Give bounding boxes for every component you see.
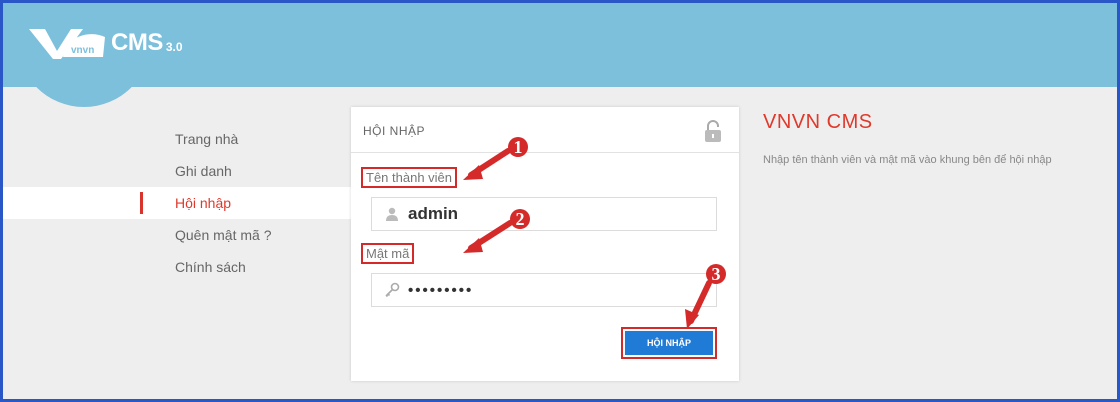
login-panel-header: HỘI NHẬP: [351, 107, 739, 153]
sidebar-item-label: Trang nhà: [175, 131, 239, 147]
app-logo[interactable]: vnvn CMS 3.0: [27, 21, 183, 65]
sidebar-item-label: Ghi danh: [175, 163, 232, 179]
user-icon: [386, 207, 398, 221]
info-text: Nhập tên thành viên và mật mã vào khung …: [763, 154, 1052, 166]
password-value: •••••••••: [408, 281, 474, 299]
sidebar-item-label: Hội nhập: [175, 195, 232, 211]
sidebar-item-login[interactable]: Hội nhập: [3, 187, 351, 219]
login-submit-label: HỘI NHẬP: [625, 331, 713, 355]
vnvn-logo-icon: vnvn: [29, 29, 105, 59]
logo-small-text: vnvn: [71, 45, 94, 56]
sidebar-item-policy[interactable]: Chính sách: [3, 251, 351, 283]
sidebar-item-home[interactable]: Trang nhà: [3, 123, 351, 155]
app-name: CMS: [111, 29, 163, 56]
key-icon: [385, 282, 400, 298]
username-label: Tên thành viên: [361, 167, 458, 188]
info-section: VNVN CMS Nhập tên thành viên và mật mã v…: [763, 111, 1113, 166]
sidebar-item-label: Chính sách: [175, 259, 246, 275]
info-title: VNVN CMS: [763, 111, 873, 133]
sidebar-nav: Trang nhà Ghi danh Hội nhập Quên mật mã …: [3, 123, 351, 283]
username-value: admin: [408, 204, 459, 223]
lock-icon: [705, 120, 721, 142]
app-version: 3.0: [165, 40, 183, 54]
sidebar-item-register[interactable]: Ghi danh: [3, 155, 351, 187]
login-submit-button[interactable]: HỘI NHẬP: [621, 327, 717, 359]
sidebar-item-label: Quên mật mã ?: [175, 227, 272, 243]
sidebar-item-forgot-password[interactable]: Quên mật mã ?: [3, 219, 351, 251]
username-field[interactable]: admin: [371, 197, 717, 231]
page-frame: vnvn CMS 3.0 Trang nhà Ghi danh Hội nhập…: [0, 0, 1120, 402]
top-header: vnvn CMS 3.0: [3, 3, 1117, 107]
login-panel-title: HỘI NHẬP: [363, 124, 426, 138]
login-panel: HỘI NHẬP Tên thành viên admin Mật mã •••…: [351, 107, 739, 381]
password-field[interactable]: •••••••••: [371, 273, 717, 307]
password-label: Mật mã: [361, 243, 415, 264]
